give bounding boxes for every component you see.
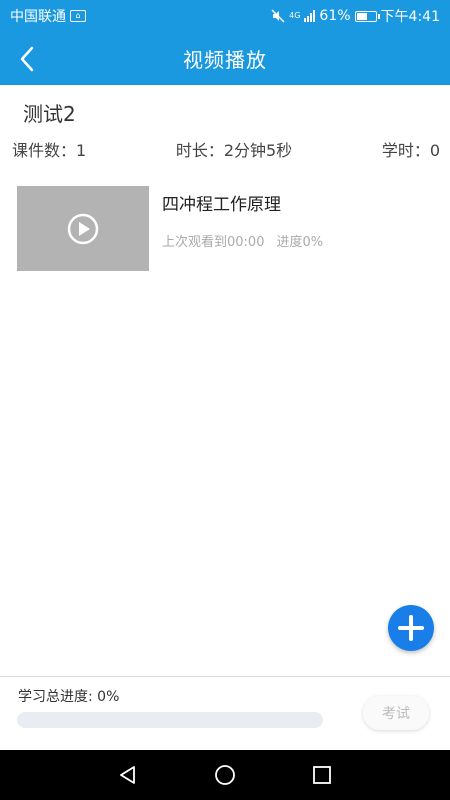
network-type: 4G xyxy=(289,11,301,20)
page-title: 视频播放 xyxy=(183,48,267,72)
plus-icon xyxy=(398,615,424,641)
status-right: 4G 61% 下午4:41 xyxy=(271,6,440,26)
lesson-title: 四冲程工作原理 xyxy=(162,195,281,215)
last-watched: 上次观看到00:00 xyxy=(162,235,265,250)
add-button[interactable] xyxy=(388,605,434,651)
status-left: 中国联通 ⌂ xyxy=(10,6,86,26)
app-header: 视频播放 xyxy=(0,32,450,85)
total-progress-label: 学习总进度: 0% xyxy=(18,689,120,705)
lesson-info: 四冲程工作原理 上次观看到00:00 进度0% xyxy=(162,186,323,272)
back-button[interactable] xyxy=(12,44,42,74)
status-bar: 中国联通 ⌂ 4G 61% 下午4:41 xyxy=(0,0,450,32)
nav-back-button[interactable] xyxy=(108,755,148,795)
circle-home-icon xyxy=(215,765,235,785)
chevron-left-icon xyxy=(20,46,34,72)
course-title: 测试2 xyxy=(23,102,76,126)
signal-icon xyxy=(304,10,316,22)
triangle-back-icon xyxy=(120,766,136,784)
lesson-count: 课件数：1 xyxy=(12,141,87,160)
carrier-name: 中国联通 xyxy=(10,9,66,25)
square-recents-icon xyxy=(312,766,331,784)
system-nav-bar xyxy=(0,750,450,800)
battery-icon xyxy=(354,10,380,22)
nav-recents-button[interactable] xyxy=(302,755,342,795)
mute-icon xyxy=(271,9,285,23)
exam-button[interactable]: 考试 xyxy=(363,696,429,730)
bottom-panel: 学习总进度: 0% 考试 xyxy=(0,676,450,750)
lesson-status: 上次观看到00:00 进度0% xyxy=(162,231,323,250)
lesson-item[interactable]: 四冲程工作原理 上次观看到00:00 进度0% xyxy=(17,186,437,272)
course-duration: 时长：2分钟5秒 xyxy=(175,141,293,160)
total-progress-bar xyxy=(17,712,323,728)
lesson-progress: 进度0% xyxy=(276,235,324,250)
play-icon xyxy=(67,213,99,244)
nav-home-button[interactable] xyxy=(205,755,245,795)
battery-percent: 61% xyxy=(319,8,351,24)
carrier-logo-icon: ⌂ xyxy=(70,10,86,22)
course-hours: 学时：0 xyxy=(381,141,440,160)
lesson-thumbnail[interactable] xyxy=(17,186,149,271)
course-meta: 课件数：1 时长：2分钟5秒 学时：0 xyxy=(12,137,440,161)
status-time: 下午4:41 xyxy=(380,9,440,25)
